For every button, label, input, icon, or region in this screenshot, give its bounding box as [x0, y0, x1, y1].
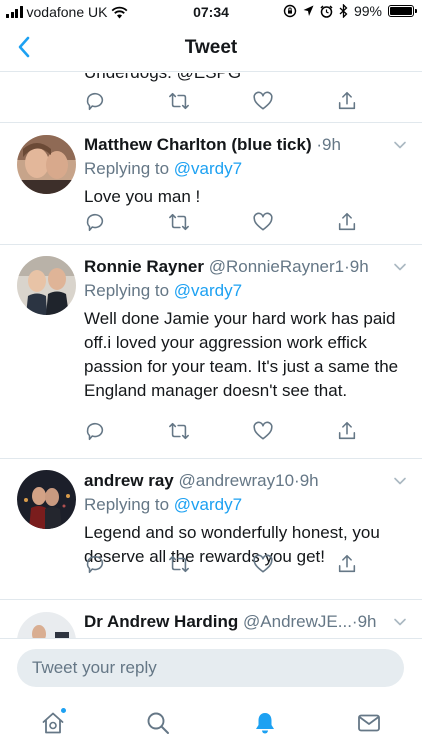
retweet-icon[interactable] [165, 87, 193, 115]
replying-to: Replying to @vardy7 [84, 281, 242, 301]
tweet[interactable]: Matthew Charlton (blue tick) ·9h Replyin… [0, 123, 422, 245]
reply-icon[interactable] [81, 87, 109, 115]
tweet[interactable]: Dr Andrew Harding @AndrewJE...·9h [0, 600, 422, 638]
tweet-header: Ronnie Rayner @RonnieRayner1·9h [84, 257, 382, 277]
replying-to: Replying to @vardy7 [84, 159, 242, 179]
like-icon[interactable] [249, 87, 277, 115]
tweet-time: 9h [322, 135, 341, 154]
user-name[interactable]: Matthew Charlton (blue tick) [84, 135, 312, 154]
status-bar: vodafone UK 07:34 99% [0, 0, 422, 24]
tweet-actions [0, 550, 422, 578]
partial-tweet-text: Underdogs. @ESPG [84, 73, 241, 83]
partial-tweet[interactable]: Underdogs. @ESPG [0, 73, 422, 123]
alarm-icon [320, 4, 333, 18]
user-handle[interactable]: @AndrewJE... [243, 612, 352, 631]
user-handle[interactable]: @RonnieRayner1 [209, 257, 344, 276]
mention-link[interactable]: @vardy7 [174, 495, 242, 514]
replying-prefix: Replying to [84, 281, 170, 300]
retweet-icon[interactable] [165, 550, 193, 578]
like-icon[interactable] [249, 550, 277, 578]
tweet-actions [0, 87, 422, 115]
tab-bar [0, 698, 422, 750]
tab-notifications[interactable] [250, 708, 280, 738]
status-right: 99% [283, 3, 417, 19]
reply-bar: Tweet your reply [0, 638, 422, 698]
share-icon[interactable] [333, 550, 361, 578]
bluetooth-icon [339, 4, 348, 18]
tweet-text: Well done Jamie your hard work has paid … [84, 309, 399, 400]
chevron-down-icon[interactable] [392, 259, 408, 275]
battery-percent: 99% [353, 3, 382, 19]
tab-search[interactable] [143, 708, 173, 738]
tweet[interactable]: Ronnie Rayner @RonnieRayner1·9h Replying… [0, 245, 422, 459]
tweet-header: andrew ray @andrewray10·9h [84, 471, 382, 491]
reply-feed[interactable]: Underdogs. @ESPG [0, 73, 422, 638]
screen-lock-icon [283, 4, 297, 18]
replying-prefix: Replying to [84, 159, 170, 178]
share-icon[interactable] [333, 208, 361, 236]
battery-level [390, 7, 412, 15]
chevron-down-icon[interactable] [392, 614, 408, 630]
tweet-time: 9h [299, 471, 319, 490]
tweet[interactable]: andrew ray @andrewray10·9h Replying to @… [0, 459, 422, 600]
reply-icon[interactable] [81, 550, 109, 578]
avatar[interactable] [17, 135, 76, 194]
user-name[interactable]: Ronnie Rayner [84, 257, 204, 276]
avatar[interactable] [17, 256, 76, 315]
battery-icon [388, 5, 417, 17]
user-name[interactable]: andrew ray [84, 471, 174, 490]
mention-link[interactable]: @vardy7 [174, 159, 242, 178]
tweet-header: Matthew Charlton (blue tick) ·9h [84, 135, 382, 155]
avatar[interactable] [17, 612, 76, 638]
messages-icon [358, 714, 380, 732]
reply-icon[interactable] [81, 208, 109, 236]
avatar[interactable] [17, 470, 76, 529]
share-icon[interactable] [333, 87, 361, 115]
retweet-icon[interactable] [165, 417, 193, 445]
like-icon[interactable] [249, 417, 277, 445]
tweet-time: 9h [349, 257, 369, 276]
tweet-actions [0, 417, 422, 445]
tweet-text: Love you man ! [84, 187, 201, 206]
search-icon [147, 712, 169, 734]
tweet-time: 9h [357, 612, 377, 631]
user-handle[interactable]: @andrewray10 [179, 471, 295, 490]
share-icon[interactable] [333, 417, 361, 445]
reply-icon[interactable] [81, 417, 109, 445]
location-icon [303, 5, 314, 16]
tweet-header: Dr Andrew Harding @AndrewJE...·9h [84, 612, 382, 632]
chevron-down-icon[interactable] [392, 473, 408, 489]
tweet-actions [0, 208, 422, 236]
page-title: Tweet [184, 37, 238, 58]
like-icon[interactable] [249, 208, 277, 236]
tab-home[interactable] [38, 707, 68, 738]
reply-input[interactable]: Tweet your reply [17, 649, 404, 687]
notification-dot [60, 707, 67, 714]
replying-prefix: Replying to [84, 495, 170, 514]
notifications-icon [256, 713, 274, 734]
retweet-icon[interactable] [165, 208, 193, 236]
mention-link[interactable]: @vardy7 [174, 281, 242, 300]
user-name[interactable]: Dr Andrew Harding [84, 612, 238, 631]
nav-header: Tweet [0, 24, 422, 72]
tab-messages[interactable] [354, 708, 384, 738]
chevron-down-icon[interactable] [392, 137, 408, 153]
replying-to: Replying to @vardy7 [84, 495, 242, 515]
